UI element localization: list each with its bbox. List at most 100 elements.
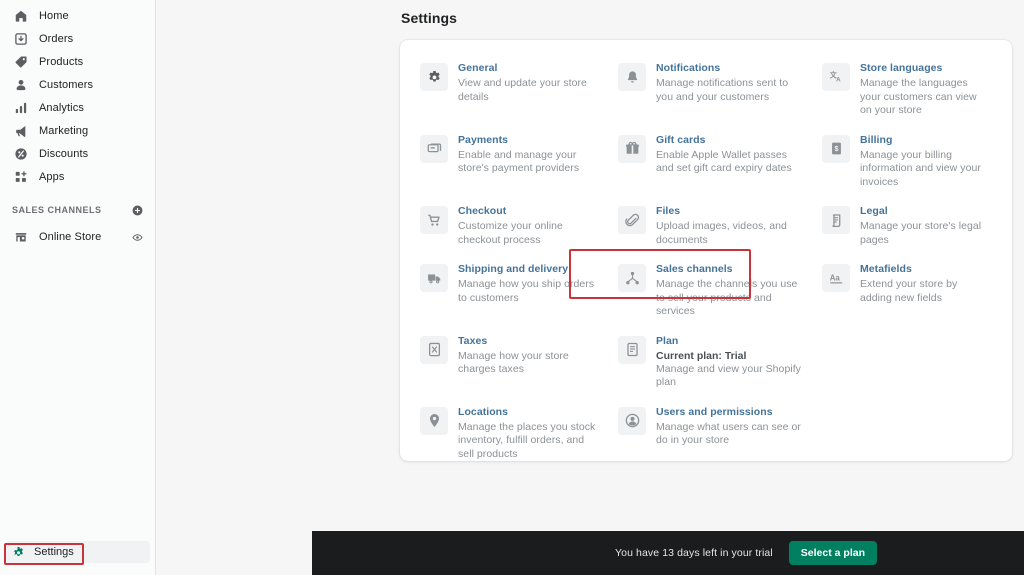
settings-item-metafields[interactable]: Aa Metafields Extend your store by adding … <box>814 255 1000 327</box>
page-title: Settings <box>401 10 458 26</box>
delivery-truck-icon <box>420 264 448 292</box>
settings-item-title[interactable]: Notifications <box>656 62 802 75</box>
settings-item-taxes[interactable]: Taxes Manage how your store charges taxes <box>412 327 610 398</box>
settings-item-title[interactable]: General <box>458 62 598 75</box>
settings-item-plan[interactable]: Plan Current plan: Trial Manage and view y… <box>610 327 814 398</box>
sidebar-item-customers[interactable]: Customers <box>6 74 149 96</box>
settings-item-title[interactable]: Legal <box>860 205 988 218</box>
select-a-plan-button[interactable]: Select a plan <box>788 541 877 565</box>
settings-item-title[interactable]: Billing <box>860 134 988 147</box>
sidebar-item-online-store[interactable]: Online Store <box>6 226 149 248</box>
discounts-percent-icon <box>12 146 30 162</box>
settings-item-title[interactable]: Taxes <box>458 335 598 348</box>
sidebar-item-discounts[interactable]: Discounts <box>6 143 149 165</box>
settings-item-users-and-permissions[interactable]: Users and permissions Manage what users c… <box>610 398 814 470</box>
settings-item-title[interactable]: Users and permissions <box>656 406 802 419</box>
gift-card-icon <box>618 134 646 163</box>
settings-item-description: Enable Apple Wallet passes and set gift … <box>656 148 792 175</box>
sidebar-item-label: Products <box>39 56 84 68</box>
cart-icon <box>420 206 448 234</box>
sidebar-item-apps[interactable]: Apps <box>6 166 149 188</box>
home-icon <box>12 8 30 24</box>
settings-item-general[interactable]: General View and update your store detail… <box>412 54 610 126</box>
apps-grid-plus-icon <box>12 169 30 185</box>
svg-text:Aa: Aa <box>829 273 840 282</box>
gear-icon <box>12 546 25 559</box>
settings-item-title[interactable]: Store languages <box>860 62 988 75</box>
settings-item-notifications[interactable]: Notifications Manage notifications sent t… <box>610 54 814 126</box>
settings-item-current-plan: Current plan: Trial <box>656 349 747 362</box>
sidebar-item-analytics[interactable]: Analytics <box>6 97 149 119</box>
settings-item-description: Manage how your store charges taxes <box>458 349 569 376</box>
sales-channels-nodes-icon <box>618 264 646 292</box>
settings-item-gift-cards[interactable]: Gift cards Enable Apple Wallet passes and… <box>610 126 814 198</box>
sidebar-item-label: Discounts <box>39 148 89 160</box>
translate-icon: 文A <box>822 63 850 91</box>
settings-item-checkout[interactable]: Checkout Customize your online checkout p… <box>412 197 610 255</box>
settings-item-title[interactable]: Gift cards <box>656 134 802 147</box>
settings-item-description: Enable and manage your store's payment p… <box>458 148 580 175</box>
settings-item-sales-channels[interactable]: Sales channels Manage the channels you us… <box>610 255 814 327</box>
sidebar-item-products[interactable]: Products <box>6 51 149 73</box>
settings-item-title[interactable]: Files <box>656 205 802 218</box>
sidebar-nav-list: Home Orders Products Customers Analytics Mark… <box>0 0 155 188</box>
sidebar-item-orders[interactable]: Orders <box>6 28 149 50</box>
settings-item-title[interactable]: Checkout <box>458 205 598 218</box>
settings-item-title[interactable]: Sales channels <box>656 263 802 276</box>
sales-channels-label: SALES CHANNELS <box>12 205 102 215</box>
settings-item-title[interactable]: Metafields <box>860 263 988 276</box>
settings-item-description: Upload images, videos, and documents <box>656 220 787 246</box>
settings-item-title[interactable]: Plan <box>656 335 802 348</box>
settings-item-description: Manage what users can see or do in your … <box>656 420 801 447</box>
settings-item-title[interactable]: Payments <box>458 134 598 147</box>
eye-icon[interactable] <box>132 232 143 243</box>
customers-person-icon <box>12 77 30 93</box>
settings-item-title[interactable]: Locations <box>458 406 598 419</box>
settings-item-description: Extend your store by adding new fields <box>860 278 958 304</box>
user-circle-icon <box>618 406 646 435</box>
settings-item-description: Manage notifications sent to you and you… <box>656 77 789 103</box>
bell-icon <box>618 63 646 91</box>
plus-circle-icon[interactable] <box>132 205 143 216</box>
settings-item-payments[interactable]: Payments Enable and manage your store's p… <box>412 126 610 198</box>
settings-item-billing[interactable]: $ Billing Manage your billing information … <box>814 126 1000 198</box>
settings-item-description: View and update your store details <box>458 77 587 103</box>
sales-channels-section-header: SALES CHANNELS <box>12 202 143 218</box>
orders-icon <box>12 31 30 47</box>
sidebar-item-settings[interactable]: Settings <box>6 541 150 563</box>
main-content: Settings General View and update your sto… <box>156 0 1024 575</box>
shopify-admin-window: Home Orders Products Customers Analytics Mark… <box>0 0 1024 575</box>
paperclip-icon <box>618 206 646 234</box>
settings-item-shipping-and-delivery[interactable]: Shipping and delivery Manage how you ship… <box>412 255 610 327</box>
marketing-megaphone-icon <box>12 123 30 139</box>
plan-document-icon <box>618 335 646 364</box>
storefront-icon <box>12 229 30 245</box>
taxes-icon <box>420 335 448 364</box>
sidebar-item-marketing[interactable]: Marketing <box>6 120 149 142</box>
settings-item-description: Manage your store's legal pages <box>860 220 982 246</box>
settings-grid: General View and update your store detail… <box>412 54 1000 469</box>
settings-item-legal[interactable]: Legal Manage your store's legal pages <box>814 197 1000 255</box>
analytics-bars-icon <box>12 100 30 116</box>
settings-item-description: Manage the channels you use to sell your… <box>656 278 798 317</box>
settings-item-description: Customize your online checkout process <box>458 220 563 246</box>
sidebar-item-home[interactable]: Home <box>6 5 149 27</box>
settings-item-description: Manage the places you stock inventory, f… <box>458 420 596 460</box>
settings-item-files[interactable]: Files Upload images, videos, and document… <box>610 197 814 255</box>
sidebar-item-label: Customers <box>39 79 94 91</box>
payment-card-icon <box>420 134 448 163</box>
sidebar-item-label: Marketing <box>39 125 89 137</box>
settings-item-description: Manage the languages your customers can … <box>860 77 977 116</box>
billing-receipt-icon: $ <box>822 134 850 163</box>
settings-item-store-languages[interactable]: 文 A Store languages Manage the languages yo… <box>814 54 1000 126</box>
metafields-aa-icon: Aa <box>822 264 850 292</box>
sidebar-item-label: Home <box>39 10 69 22</box>
trial-status-text: You have 13 days left in your trial <box>615 547 773 559</box>
legal-scroll-icon <box>822 206 850 234</box>
settings-card: General View and update your store detail… <box>400 40 1012 461</box>
products-tag-icon <box>12 54 30 70</box>
trial-bottom-bar: You have 13 days left in your trial Sele… <box>312 531 1024 575</box>
settings-item-title[interactable]: Shipping and delivery <box>458 263 598 276</box>
settings-item-description: Manage and view your Shopify plan <box>656 362 801 389</box>
settings-item-locations[interactable]: Locations Manage the places you stock inv… <box>412 398 610 470</box>
